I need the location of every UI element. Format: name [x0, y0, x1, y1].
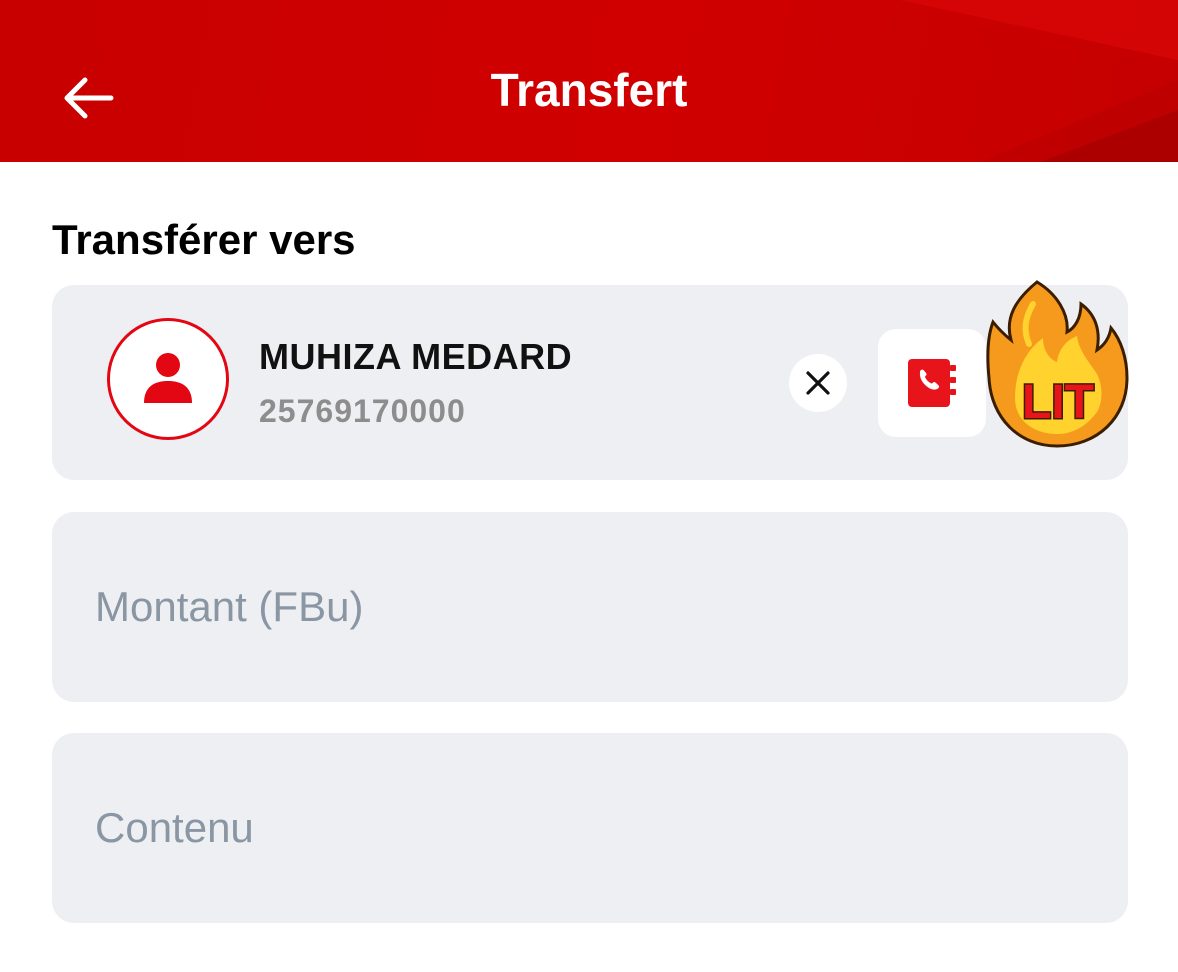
close-icon [806, 371, 830, 395]
app-header: Transfert [0, 0, 1178, 162]
transfer-screen: Transfert Transférer vers MUHIZA MEDARD … [0, 0, 1178, 972]
fire-sticker: LIT [986, 280, 1129, 448]
section-title: Transférer vers [52, 216, 356, 263]
avatar [107, 318, 229, 440]
amount-input[interactable] [95, 512, 1085, 702]
contact-book-icon [908, 359, 956, 407]
content-input[interactable] [95, 733, 1085, 923]
sticker-label: LIT [1022, 376, 1094, 429]
clear-recipient-button[interactable] [789, 354, 847, 412]
contacts-button[interactable] [878, 329, 986, 437]
recipient-name: MUHIZA MEDARD [259, 336, 573, 377]
person-icon [144, 353, 192, 403]
recipient-card: MUHIZA MEDARD 25769170000 [52, 285, 1128, 480]
content-field[interactable] [52, 733, 1128, 923]
recipient-phone: 25769170000 [259, 393, 466, 429]
page-title: Transfert [490, 64, 688, 116]
amount-field[interactable] [52, 512, 1128, 702]
